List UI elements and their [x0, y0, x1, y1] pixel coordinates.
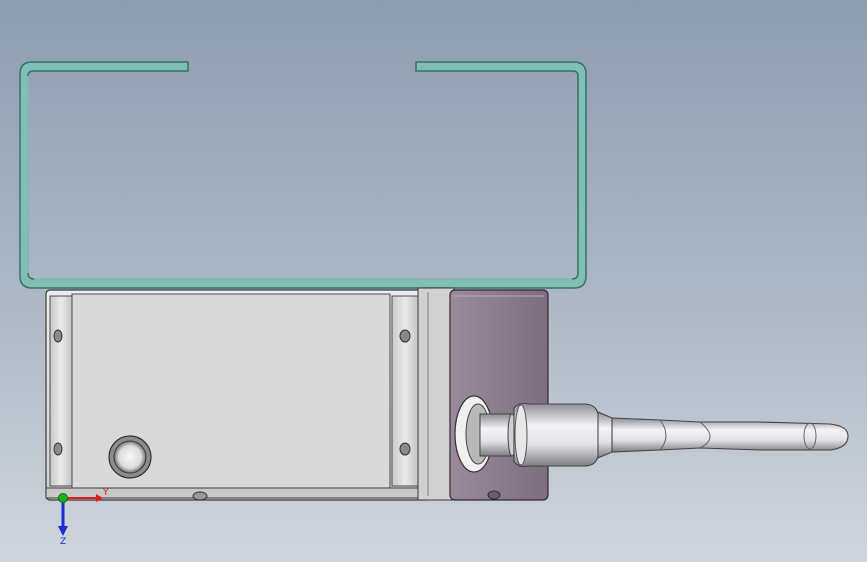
triad-origin-icon — [58, 493, 68, 503]
mounting-plate-left — [49, 295, 73, 487]
bracket-body — [19, 61, 587, 289]
triad-x-label: Y — [102, 488, 109, 498]
bracket[interactable] — [19, 61, 587, 289]
cad-viewport[interactable]: Y Z — [0, 0, 867, 562]
z-axis-arrow-icon — [58, 526, 68, 536]
sensor-housing[interactable] — [45, 287, 455, 501]
port-hole[interactable] — [108, 435, 152, 479]
model-view[interactable]: Y Z — [0, 0, 867, 562]
mounting-plate-right — [391, 295, 419, 487]
cable-gland[interactable] — [454, 395, 613, 473]
cable[interactable] — [611, 417, 849, 453]
end-cap[interactable] — [449, 289, 549, 501]
triad-y-label: Z — [60, 537, 66, 547]
